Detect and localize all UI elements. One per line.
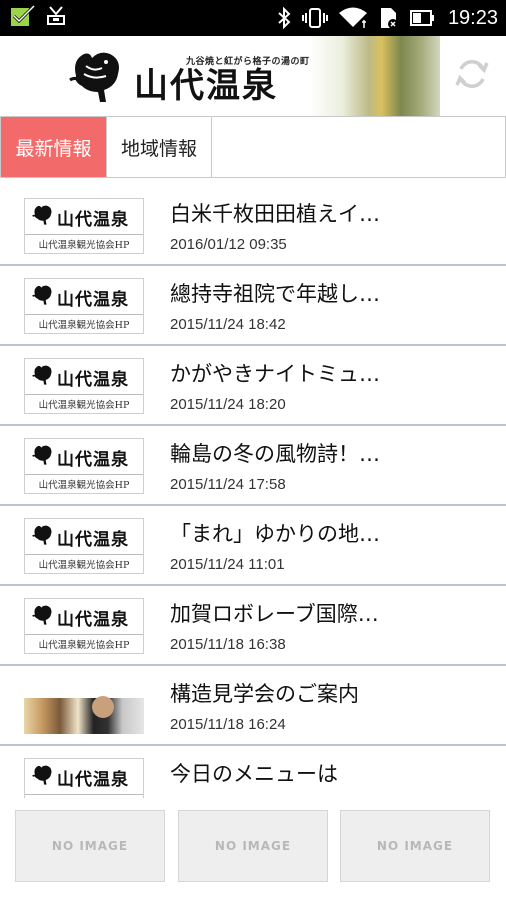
list-item[interactable]: 構造見学会のご案内 2015/11/18 16:24 xyxy=(0,666,506,746)
article-title: 總持寺祖院で年越し… xyxy=(170,282,380,306)
thumbnail-logo: 山代温泉 xyxy=(31,763,129,791)
thumbnail-logo: 山代温泉 xyxy=(31,443,129,471)
vibrate-icon xyxy=(301,6,328,30)
rooster-logo-icon xyxy=(31,203,55,231)
rooster-logo-icon xyxy=(31,283,55,311)
thumbnail-logo-text: 山代温泉 xyxy=(57,369,129,390)
thumbnail-caption: 山代温泉観光協会HP xyxy=(25,234,143,251)
refresh-icon xyxy=(453,55,491,97)
article-title: かがやきナイトミュ… xyxy=(170,362,380,386)
inbox-icon xyxy=(44,4,68,28)
rooster-logo-icon xyxy=(31,363,55,391)
gallery-image[interactable]: NO IMAGE xyxy=(15,810,165,882)
thumbnail-logo-text: 山代温泉 xyxy=(57,769,129,790)
list-item[interactable]: 山代温泉山代温泉観光協会HP 白米千枚田田植えイ… 2016/01/12 09:35 xyxy=(0,186,506,266)
thumbnail-caption: 山代温泉観光協会HP xyxy=(25,554,143,571)
logo-title: 山代温泉 xyxy=(134,65,278,106)
rooster-logo-icon xyxy=(31,763,55,791)
status-right-icons: 19:23 xyxy=(276,0,498,36)
thumbnail-photo xyxy=(24,698,144,734)
bluetooth-icon xyxy=(276,6,292,30)
status-left-icons xyxy=(10,4,68,28)
article-date: 2015/11/24 17:58 xyxy=(170,476,286,493)
app-logo: 九谷焼と紅がら格子の湯の町 山代温泉 xyxy=(66,46,310,112)
tab-bar: 最新情報 地域情報 xyxy=(0,116,506,178)
article-thumbnail: 山代温泉山代温泉観光協会HP xyxy=(24,518,144,574)
person-photo xyxy=(92,696,114,718)
app-header: 九谷焼と紅がら格子の湯の町 山代温泉 xyxy=(0,36,506,116)
article-title: 構造見学会のご案内 xyxy=(170,682,359,706)
image-gallery: NO IMAGE NO IMAGE NO IMAGE xyxy=(0,798,506,900)
list-item[interactable]: 山代温泉山代温泉観光協会HP かがやきナイトミュ… 2015/11/24 18:20 xyxy=(0,346,506,426)
thumbnail-logo-text: 山代温泉 xyxy=(57,209,129,230)
thumbnail-logo-text: 山代温泉 xyxy=(57,289,129,310)
status-time: 19:23 xyxy=(447,6,498,29)
article-thumbnail: 山代温泉山代温泉観光協会HP xyxy=(24,758,144,798)
article-date: 2015/11/18 16:38 xyxy=(170,636,286,653)
status-bar: 19:23 xyxy=(0,0,506,36)
article-thumbnail: 山代温泉山代温泉観光協会HP xyxy=(24,278,144,334)
article-title: 今日のメニューは xyxy=(170,762,338,786)
battery-icon xyxy=(409,6,436,30)
rooster-logo-icon xyxy=(31,443,55,471)
list-item[interactable]: 山代温泉山代温泉観光協会HP 「まれ」ゆかりの地… 2015/11/24 11:01 xyxy=(0,506,506,586)
thumbnail-logo: 山代温泉 xyxy=(31,203,129,231)
thumbnail-caption: 山代温泉観光協会HP xyxy=(25,474,143,491)
thumbnail-logo: 山代温泉 xyxy=(31,603,129,631)
list-item[interactable]: 山代温泉山代温泉観光協会HP 輪島の冬の風物詩！… 2015/11/24 17:58 xyxy=(0,426,506,506)
thumbnail-logo: 山代温泉 xyxy=(31,283,129,311)
thumbnail-logo: 山代温泉 xyxy=(31,363,129,391)
article-title: 「まれ」ゆかりの地… xyxy=(170,522,380,546)
refresh-button[interactable] xyxy=(452,56,492,96)
rooster-logo-icon xyxy=(31,603,55,631)
wifi-icon xyxy=(338,6,368,30)
article-thumbnail: 山代温泉山代温泉観光協会HP xyxy=(24,358,144,414)
article-thumbnail: 山代温泉山代温泉観光協会HP xyxy=(24,198,144,254)
article-date: 2015/11/24 18:42 xyxy=(170,316,286,333)
tab-regional-info[interactable]: 地域情報 xyxy=(107,117,212,177)
sim-icon xyxy=(378,6,400,30)
thumbnail-logo: 山代温泉 xyxy=(31,523,129,551)
rooster-logo-icon xyxy=(66,46,128,112)
article-date: 2015/11/24 18:20 xyxy=(170,396,286,413)
logo-text: 九谷焼と紅がら格子の湯の町 山代温泉 xyxy=(134,54,310,105)
banner-photo xyxy=(310,36,440,116)
thumbnail-caption: 山代温泉観光協会HP xyxy=(25,634,143,651)
check-icon xyxy=(10,4,36,28)
tab-latest-info[interactable]: 最新情報 xyxy=(1,117,107,177)
thumbnail-caption: 山代温泉観光協会HP xyxy=(25,314,143,331)
gallery-image[interactable]: NO IMAGE xyxy=(340,810,490,882)
thumbnail-caption: 山代温泉観光協会HP xyxy=(25,394,143,411)
article-title: 加賀ロボレーブ国際… xyxy=(170,602,379,626)
article-title: 白米千枚田田植えイ… xyxy=(170,202,380,226)
logo-subtitle: 九谷焼と紅がら格子の湯の町 xyxy=(186,56,310,67)
gallery-image[interactable]: NO IMAGE xyxy=(178,810,328,882)
article-title: 輪島の冬の風物詩！… xyxy=(170,442,380,466)
article-date: 2015/11/24 11:01 xyxy=(170,556,285,573)
list-item[interactable]: 山代温泉山代温泉観光協会HP 今日のメニューは xyxy=(0,746,506,798)
list-item[interactable]: 山代温泉山代温泉観光協会HP 總持寺祖院で年越し… 2015/11/24 18:42 xyxy=(0,266,506,346)
article-date: 2016/01/12 09:35 xyxy=(170,236,287,253)
thumbnail-logo-text: 山代温泉 xyxy=(57,609,129,630)
article-list: 山代温泉 山代温泉観光協会HP 白米千枚田田植えイ… 2016/01/12 09:35… xyxy=(0,186,506,798)
article-thumbnail xyxy=(24,678,144,734)
article-thumbnail: 山代温泉山代温泉観光協会HP xyxy=(24,598,144,654)
article-thumbnail: 山代温泉山代温泉観光協会HP xyxy=(24,438,144,494)
thumbnail-logo-text: 山代温泉 xyxy=(57,529,129,550)
header-banner: 九谷焼と紅がら格子の湯の町 山代温泉 xyxy=(0,36,440,116)
list-item[interactable]: 山代温泉山代温泉観光協会HP 加賀ロボレーブ国際… 2015/11/18 16:38 xyxy=(0,586,506,666)
thumbnail-logo-text: 山代温泉 xyxy=(57,449,129,470)
rooster-logo-icon xyxy=(31,523,55,551)
article-date: 2015/11/18 16:24 xyxy=(170,716,286,733)
